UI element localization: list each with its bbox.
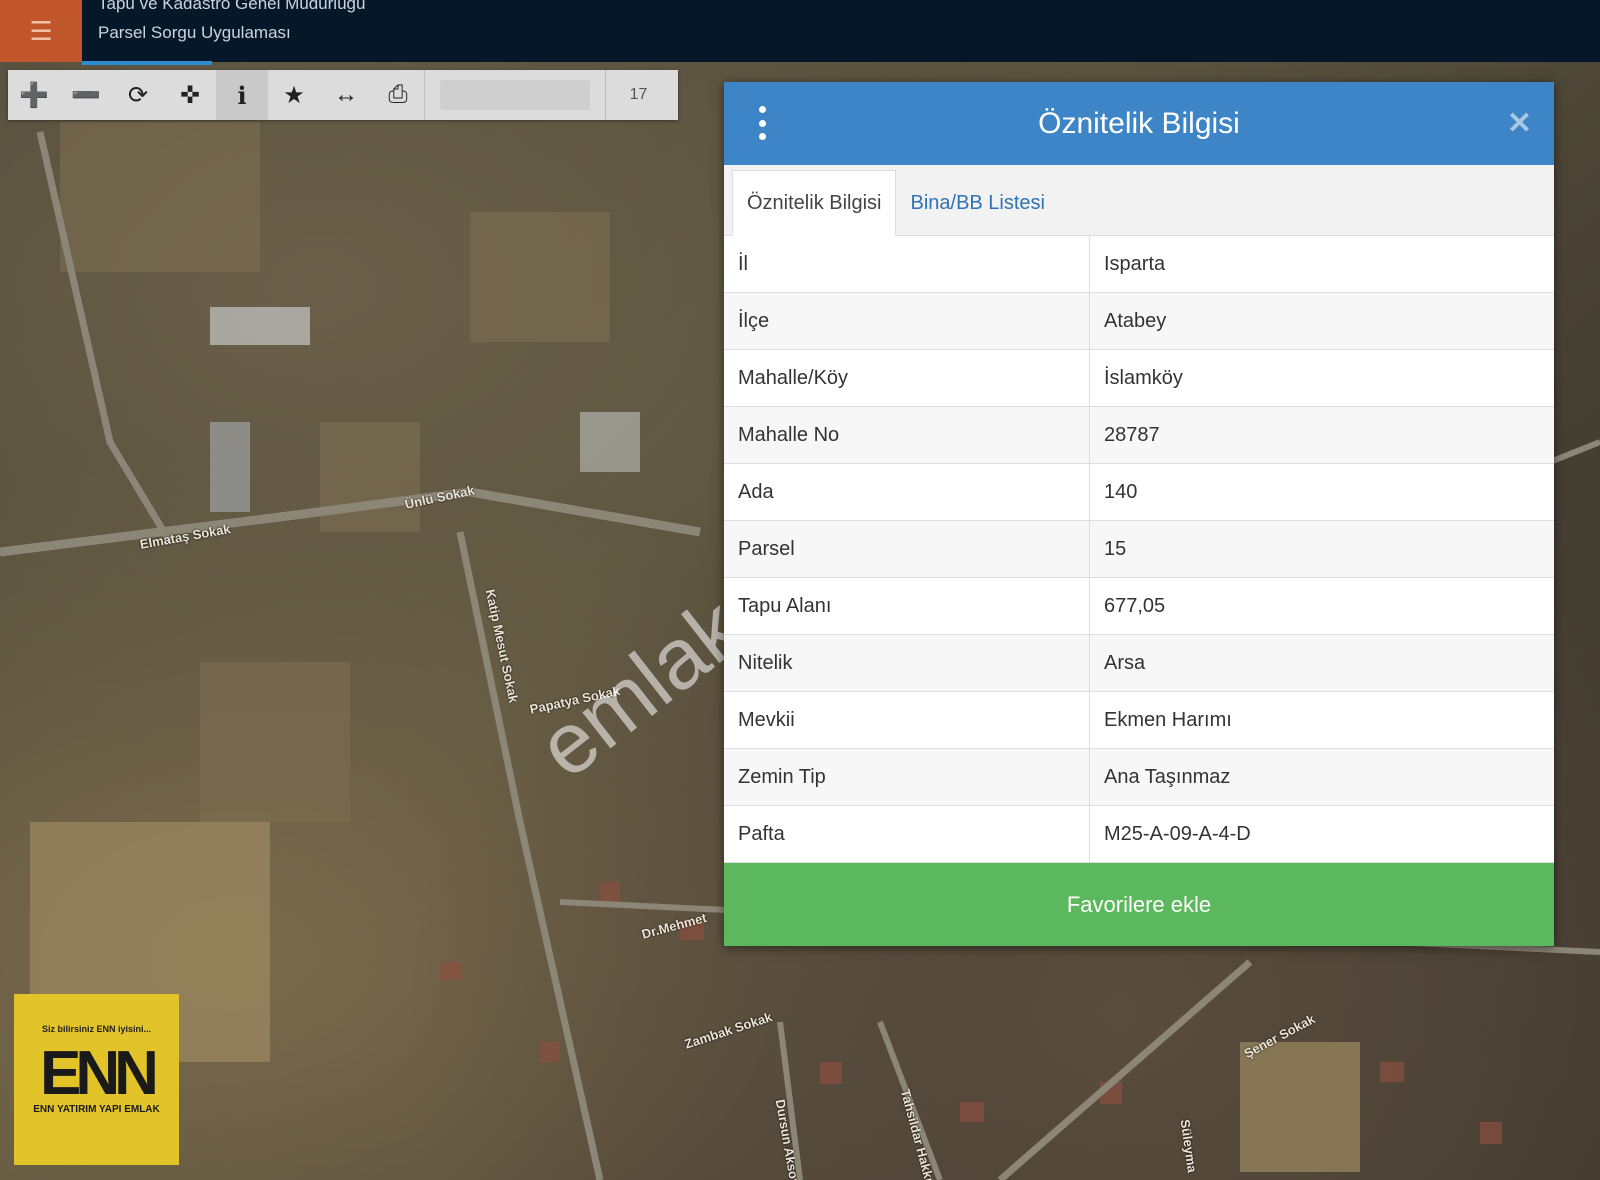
tab-building-list[interactable]: Bina/BB Listesi <box>896 171 1059 235</box>
row-value: Isparta <box>1089 236 1554 293</box>
enn-logo: Siz bilirsiniz ENN iyisini... ENN ENN YA… <box>14 994 179 1165</box>
table-row: Mahalle/Köy İslamköy <box>724 349 1554 407</box>
row-key: Tapu Alanı <box>724 577 1090 635</box>
row-key: Parsel <box>724 520 1090 578</box>
attribute-table: İl Isparta İlçe Atabey Mahalle/Köy İslamköy… <box>724 236 1554 863</box>
row-key: Zemin Tip <box>724 748 1090 806</box>
table-row: İlçe Atabey <box>724 292 1554 350</box>
table-row: Mevkii Ekmen Harımı <box>724 691 1554 749</box>
table-row: Nitelik Arsa <box>724 634 1554 692</box>
row-value: 677,05 <box>1089 577 1554 635</box>
row-value: 28787 <box>1089 406 1554 464</box>
row-key: Nitelik <box>724 634 1090 692</box>
row-key: Ada <box>724 463 1090 521</box>
zoom-level: 17 <box>605 70 671 120</box>
tab-attributes[interactable]: Öznitelik Bilgisi <box>732 170 897 236</box>
kebab-menu-icon[interactable] <box>754 106 770 140</box>
panel-header: Öznitelik Bilgisi ✕ <box>724 82 1554 165</box>
measure-icon[interactable]: ↔ <box>320 70 372 120</box>
table-row: Zemin Tip Ana Taşınmaz <box>724 748 1554 806</box>
info-icon[interactable]: i <box>216 70 268 120</box>
print-icon[interactable]: ⎙ <box>372 70 424 120</box>
row-value: Ekmen Harımı <box>1089 691 1554 749</box>
table-row: Parsel 15 <box>724 520 1554 578</box>
row-value: 15 <box>1089 520 1554 578</box>
row-value: Ana Taşınmaz <box>1089 748 1554 806</box>
hamburger-icon[interactable]: ☰ <box>0 0 82 62</box>
map-toolbar: ➕ ➖ ⟳ ✜ i ★ ↔ ⎙ 17 <box>8 70 678 120</box>
table-row: Ada 140 <box>724 463 1554 521</box>
row-value: M25-A-09-A-4-D <box>1089 805 1554 863</box>
plus-icon[interactable]: ➕ <box>8 70 60 120</box>
logo-name: ENN YATIRIM YAPI EMLAK <box>33 1104 160 1115</box>
refresh-icon[interactable]: ⟳ <box>112 70 164 120</box>
table-row: Pafta M25-A-09-A-4-D <box>724 805 1554 863</box>
row-key: İl <box>724 236 1090 293</box>
star-icon[interactable]: ★ <box>268 70 320 120</box>
table-row: Tapu Alanı 677,05 <box>724 577 1554 635</box>
add-to-favorites-button[interactable]: Favorilere ekle <box>724 863 1554 946</box>
logo-mark: ENN <box>40 1039 159 1108</box>
locate-icon[interactable]: ✜ <box>164 70 216 120</box>
row-key: Mahalle No <box>724 406 1090 464</box>
panel-title: Öznitelik Bilgisi <box>1038 106 1240 140</box>
row-value: İslamköy <box>1089 349 1554 407</box>
org-name: Tapu ve Kadastro Genel Müdürlüğü <box>98 0 366 13</box>
row-value: Arsa <box>1089 634 1554 692</box>
app-header: ☰ Tapu ve Kadastro Genel Müdürlüğü Parse… <box>0 0 1600 65</box>
header-accent-bar <box>82 61 212 65</box>
attribute-panel: Öznitelik Bilgisi ✕ Öznitelik Bilgisi Bi… <box>724 82 1554 946</box>
table-row: Mahalle No 28787 <box>724 406 1554 464</box>
close-icon[interactable]: ✕ <box>1507 106 1532 141</box>
row-value: 140 <box>1089 463 1554 521</box>
app-name: Parsel Sorgu Uygulaması <box>98 23 291 42</box>
coordinate-box <box>424 70 605 120</box>
row-key: Mahalle/Köy <box>724 349 1090 407</box>
panel-tabs: Öznitelik Bilgisi Bina/BB Listesi <box>724 165 1554 236</box>
row-value: Atabey <box>1089 292 1554 350</box>
logo-tagline: Siz bilirsiniz ENN iyisini... <box>41 1024 152 1034</box>
table-row: İl Isparta <box>724 236 1554 293</box>
row-key: İlçe <box>724 292 1090 350</box>
row-key: Mevkii <box>724 691 1090 749</box>
minus-icon[interactable]: ➖ <box>60 70 112 120</box>
row-key: Pafta <box>724 805 1090 863</box>
coordinate-blur <box>440 80 590 110</box>
